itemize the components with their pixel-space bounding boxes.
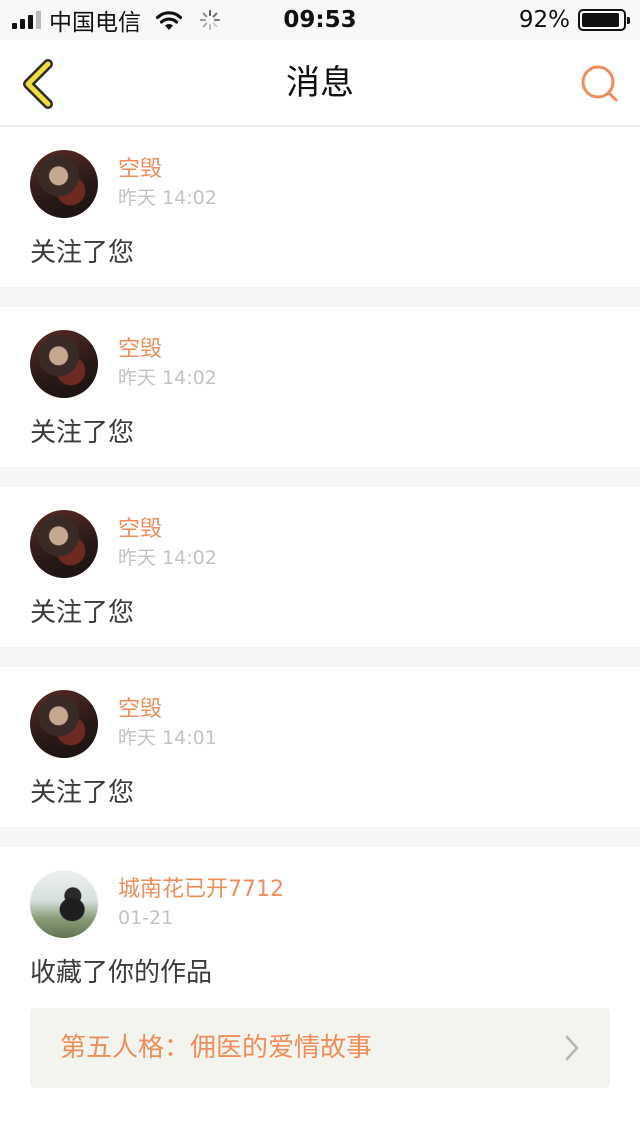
- work-link[interactable]: 第五人格：佣医的爱情故事: [30, 1008, 610, 1088]
- username[interactable]: 空毁: [118, 154, 162, 186]
- username[interactable]: 空毁: [118, 694, 162, 726]
- username[interactable]: 城南花已开7712: [118, 874, 284, 906]
- message-item[interactable]: 空毁 昨天 14:01 关注了您: [0, 667, 640, 827]
- message-text: 关注了您: [30, 418, 135, 448]
- page-title: 消息: [286, 63, 354, 103]
- divider: [0, 287, 640, 307]
- timestamp: 昨天 14:01: [118, 727, 217, 749]
- message-item[interactable]: 城南花已开7712 01-21 收藏了你的作品 第五人格：佣医的爱情故事: [0, 847, 640, 1097]
- message-text: 关注了您: [30, 778, 135, 808]
- avatar[interactable]: [30, 510, 98, 578]
- message-feed: 空毁 昨天 14:02 关注了您 空毁 昨天 14:02 关注了您 空毁 昨天 …: [0, 127, 640, 1097]
- search-icon[interactable]: [578, 62, 622, 106]
- battery-icon: [578, 9, 630, 31]
- divider: [0, 467, 640, 487]
- timestamp: 昨天 14:02: [118, 187, 217, 209]
- message-item[interactable]: 空毁 昨天 14:02 关注了您: [0, 307, 640, 467]
- avatar[interactable]: [30, 330, 98, 398]
- avatar[interactable]: [30, 690, 98, 758]
- timestamp: 01-21: [118, 907, 174, 929]
- divider: [0, 827, 640, 847]
- avatar[interactable]: [30, 150, 98, 218]
- timestamp: 昨天 14:02: [118, 367, 217, 389]
- work-title: 第五人格：佣医的爱情故事: [60, 1033, 373, 1063]
- battery-percent: 92%: [518, 7, 570, 33]
- status-bar: 中国电信 09:53 92%: [0, 0, 640, 40]
- divider: [0, 647, 640, 667]
- timestamp: 昨天 14:02: [118, 547, 217, 569]
- username[interactable]: 空毁: [118, 514, 162, 546]
- username[interactable]: 空毁: [118, 334, 162, 366]
- avatar[interactable]: [30, 870, 98, 938]
- message-item[interactable]: 空毁 昨天 14:02 关注了您: [0, 487, 640, 647]
- message-text: 收藏了你的作品: [30, 958, 213, 988]
- chevron-right-icon: [565, 1035, 579, 1061]
- message-item[interactable]: 空毁 昨天 14:02 关注了您: [0, 127, 640, 287]
- message-text: 关注了您: [30, 598, 135, 628]
- nav-bar: 消息: [0, 40, 640, 127]
- message-text: 关注了您: [30, 238, 135, 268]
